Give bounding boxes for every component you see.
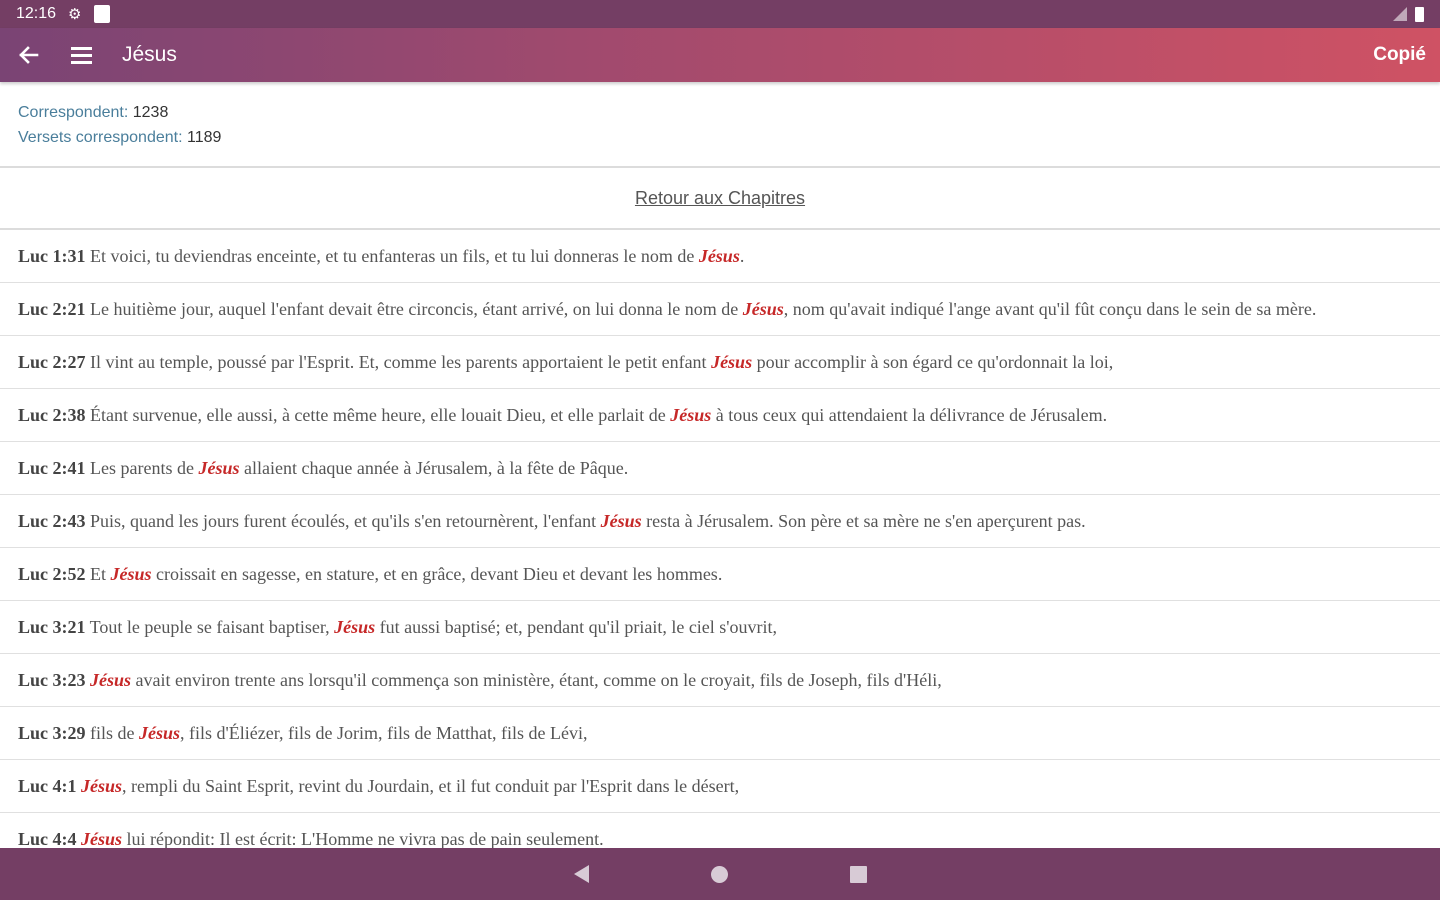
app-bar: Jésus Copié <box>0 28 1440 82</box>
back-link-row: Retour aux Chapitres <box>0 168 1440 230</box>
verse-text-before: Étant survenue, elle aussi, à cette même… <box>85 405 671 425</box>
arrow-left-icon <box>19 46 39 64</box>
verse-text-before: Puis, quand les jours furent écoulés, et… <box>85 511 601 531</box>
verse-text-after: , nom qu'avait indiqué l'ange avant qu'i… <box>783 299 1317 319</box>
verse-ref: Luc 4:4 <box>18 829 77 848</box>
verse-item[interactable]: Luc 3:23 Jésus avait environ trente ans … <box>0 654 1440 707</box>
verse-ref: Luc 2:43 <box>18 511 86 531</box>
verse-ref: Luc 2:41 <box>18 458 86 478</box>
verse-highlight: Jésus <box>600 511 642 531</box>
verse-text-after: , rempli du Saint Esprit, revint du Jour… <box>122 776 740 796</box>
verse-list: Luc 1:31 Et voici, tu deviendras enceint… <box>0 230 1440 848</box>
verse-text-after: lui répondit: Il est écrit: L'Homme ne v… <box>122 829 604 848</box>
nav-recents-icon[interactable] <box>849 865 867 883</box>
verses-value: 1189 <box>187 129 222 146</box>
verse-text-after: resta à Jérusalem. Son père et sa mère n… <box>641 511 1086 531</box>
verses-label: Versets correspondent: <box>18 129 183 146</box>
copy-button[interactable]: Copié <box>1373 44 1426 66</box>
verse-highlight: Jésus <box>698 246 740 266</box>
matches-label: Correspondent: <box>18 104 129 121</box>
menu-button[interactable] <box>56 28 106 82</box>
verse-item[interactable]: Luc 4:4 Jésus lui répondit: Il est écrit… <box>0 813 1440 848</box>
verse-text-after: avait environ trente ans lorsqu'il comme… <box>131 670 942 690</box>
status-bar: 12:16 ⚙ <box>0 0 1440 28</box>
match-summary: Correspondent: 1238 Versets corresponden… <box>0 82 1440 168</box>
nav-back-icon[interactable] <box>573 865 589 883</box>
verse-text-after: . <box>739 246 745 266</box>
verse-text-after: fut aussi baptisé; et, pendant qu'il pri… <box>375 617 778 637</box>
verse-item[interactable]: Luc 2:38 Étant survenue, elle aussi, à c… <box>0 389 1440 442</box>
battery-icon <box>1415 6 1424 22</box>
verse-item[interactable]: Luc 1:31 Et voici, tu deviendras enceint… <box>0 230 1440 283</box>
verse-item[interactable]: Luc 4:1 Jésus, rempli du Saint Esprit, r… <box>0 760 1440 813</box>
page-title: Jésus <box>122 43 177 66</box>
verse-highlight: Jésus <box>81 829 123 848</box>
verse-ref: Luc 4:1 <box>18 776 77 796</box>
verse-highlight: Jésus <box>139 723 181 743</box>
verse-text-before: Tout le peuple se faisant baptiser, <box>85 617 335 637</box>
verse-ref: Luc 2:52 <box>18 564 86 584</box>
verse-ref: Luc 2:27 <box>18 352 86 372</box>
verse-text-before: Il vint au temple, poussé par l'Esprit. … <box>85 352 712 372</box>
matches-line: Correspondent: 1238 <box>18 100 1422 125</box>
verse-ref: Luc 2:21 <box>18 299 86 319</box>
system-nav-bar <box>0 848 1440 900</box>
verse-ref: Luc 1:31 <box>18 246 86 266</box>
verses-line: Versets correspondent: 1189 <box>18 125 1422 150</box>
status-time: 12:16 <box>16 5 57 22</box>
verse-highlight: Jésus <box>711 352 753 372</box>
verse-text-before: Et voici, tu deviendras enceinte, et tu … <box>85 246 699 266</box>
verse-highlight: Jésus <box>90 670 132 690</box>
verse-ref: Luc 3:21 <box>18 617 86 637</box>
signal-icon <box>1393 7 1407 21</box>
verse-item[interactable]: Luc 2:52 Et Jésus croissait en sagesse, … <box>0 548 1440 601</box>
verse-ref: Luc 3:29 <box>18 723 86 743</box>
hamburger-icon <box>70 46 92 64</box>
nav-home-icon[interactable] <box>710 865 728 883</box>
verse-text-after: , fils d'Éliézer, fils de Jorim, fils de… <box>180 723 588 743</box>
gear-icon: ⚙ <box>68 6 82 23</box>
back-to-chapters-link[interactable]: Retour aux Chapitres <box>635 188 805 209</box>
verse-highlight: Jésus <box>81 776 123 796</box>
verse-ref: Luc 2:38 <box>18 405 86 425</box>
verse-highlight: Jésus <box>334 617 376 637</box>
verse-text-after: pour accomplir à son égard ce qu'ordonna… <box>752 352 1114 372</box>
verse-highlight: Jésus <box>198 458 240 478</box>
back-button[interactable] <box>0 28 56 82</box>
verse-ref: Luc 3:23 <box>18 670 86 690</box>
verse-highlight: Jésus <box>670 405 712 425</box>
verse-highlight: Jésus <box>742 299 784 319</box>
verse-item[interactable]: Luc 2:27 Il vint au temple, poussé par l… <box>0 336 1440 389</box>
verse-item[interactable]: Luc 2:43 Puis, quand les jours furent éc… <box>0 495 1440 548</box>
verse-highlight: Jésus <box>110 564 152 584</box>
verse-item[interactable]: Luc 3:21 Tout le peuple se faisant bapti… <box>0 601 1440 654</box>
verse-text-before: Et <box>85 564 111 584</box>
verse-text-after: à tous ceux qui attendaient la délivranc… <box>711 405 1108 425</box>
verse-item[interactable]: Luc 2:41 Les parents de Jésus allaient c… <box>0 442 1440 495</box>
verse-text-before: Les parents de <box>85 458 199 478</box>
verse-text-after: croissait en sagesse, en stature, et en … <box>151 564 723 584</box>
verse-item[interactable]: Luc 2:21 Le huitième jour, auquel l'enfa… <box>0 283 1440 336</box>
verse-text-before: fils de <box>85 723 139 743</box>
verse-text-before: Le huitième jour, auquel l'enfant devait… <box>85 299 743 319</box>
verse-text-after: allaient chaque année à Jérusalem, à la … <box>239 458 629 478</box>
matches-value: 1238 <box>132 104 169 121</box>
notification-square-icon <box>93 5 110 23</box>
verse-item[interactable]: Luc 3:29 fils de Jésus, fils d'Éliézer, … <box>0 707 1440 760</box>
